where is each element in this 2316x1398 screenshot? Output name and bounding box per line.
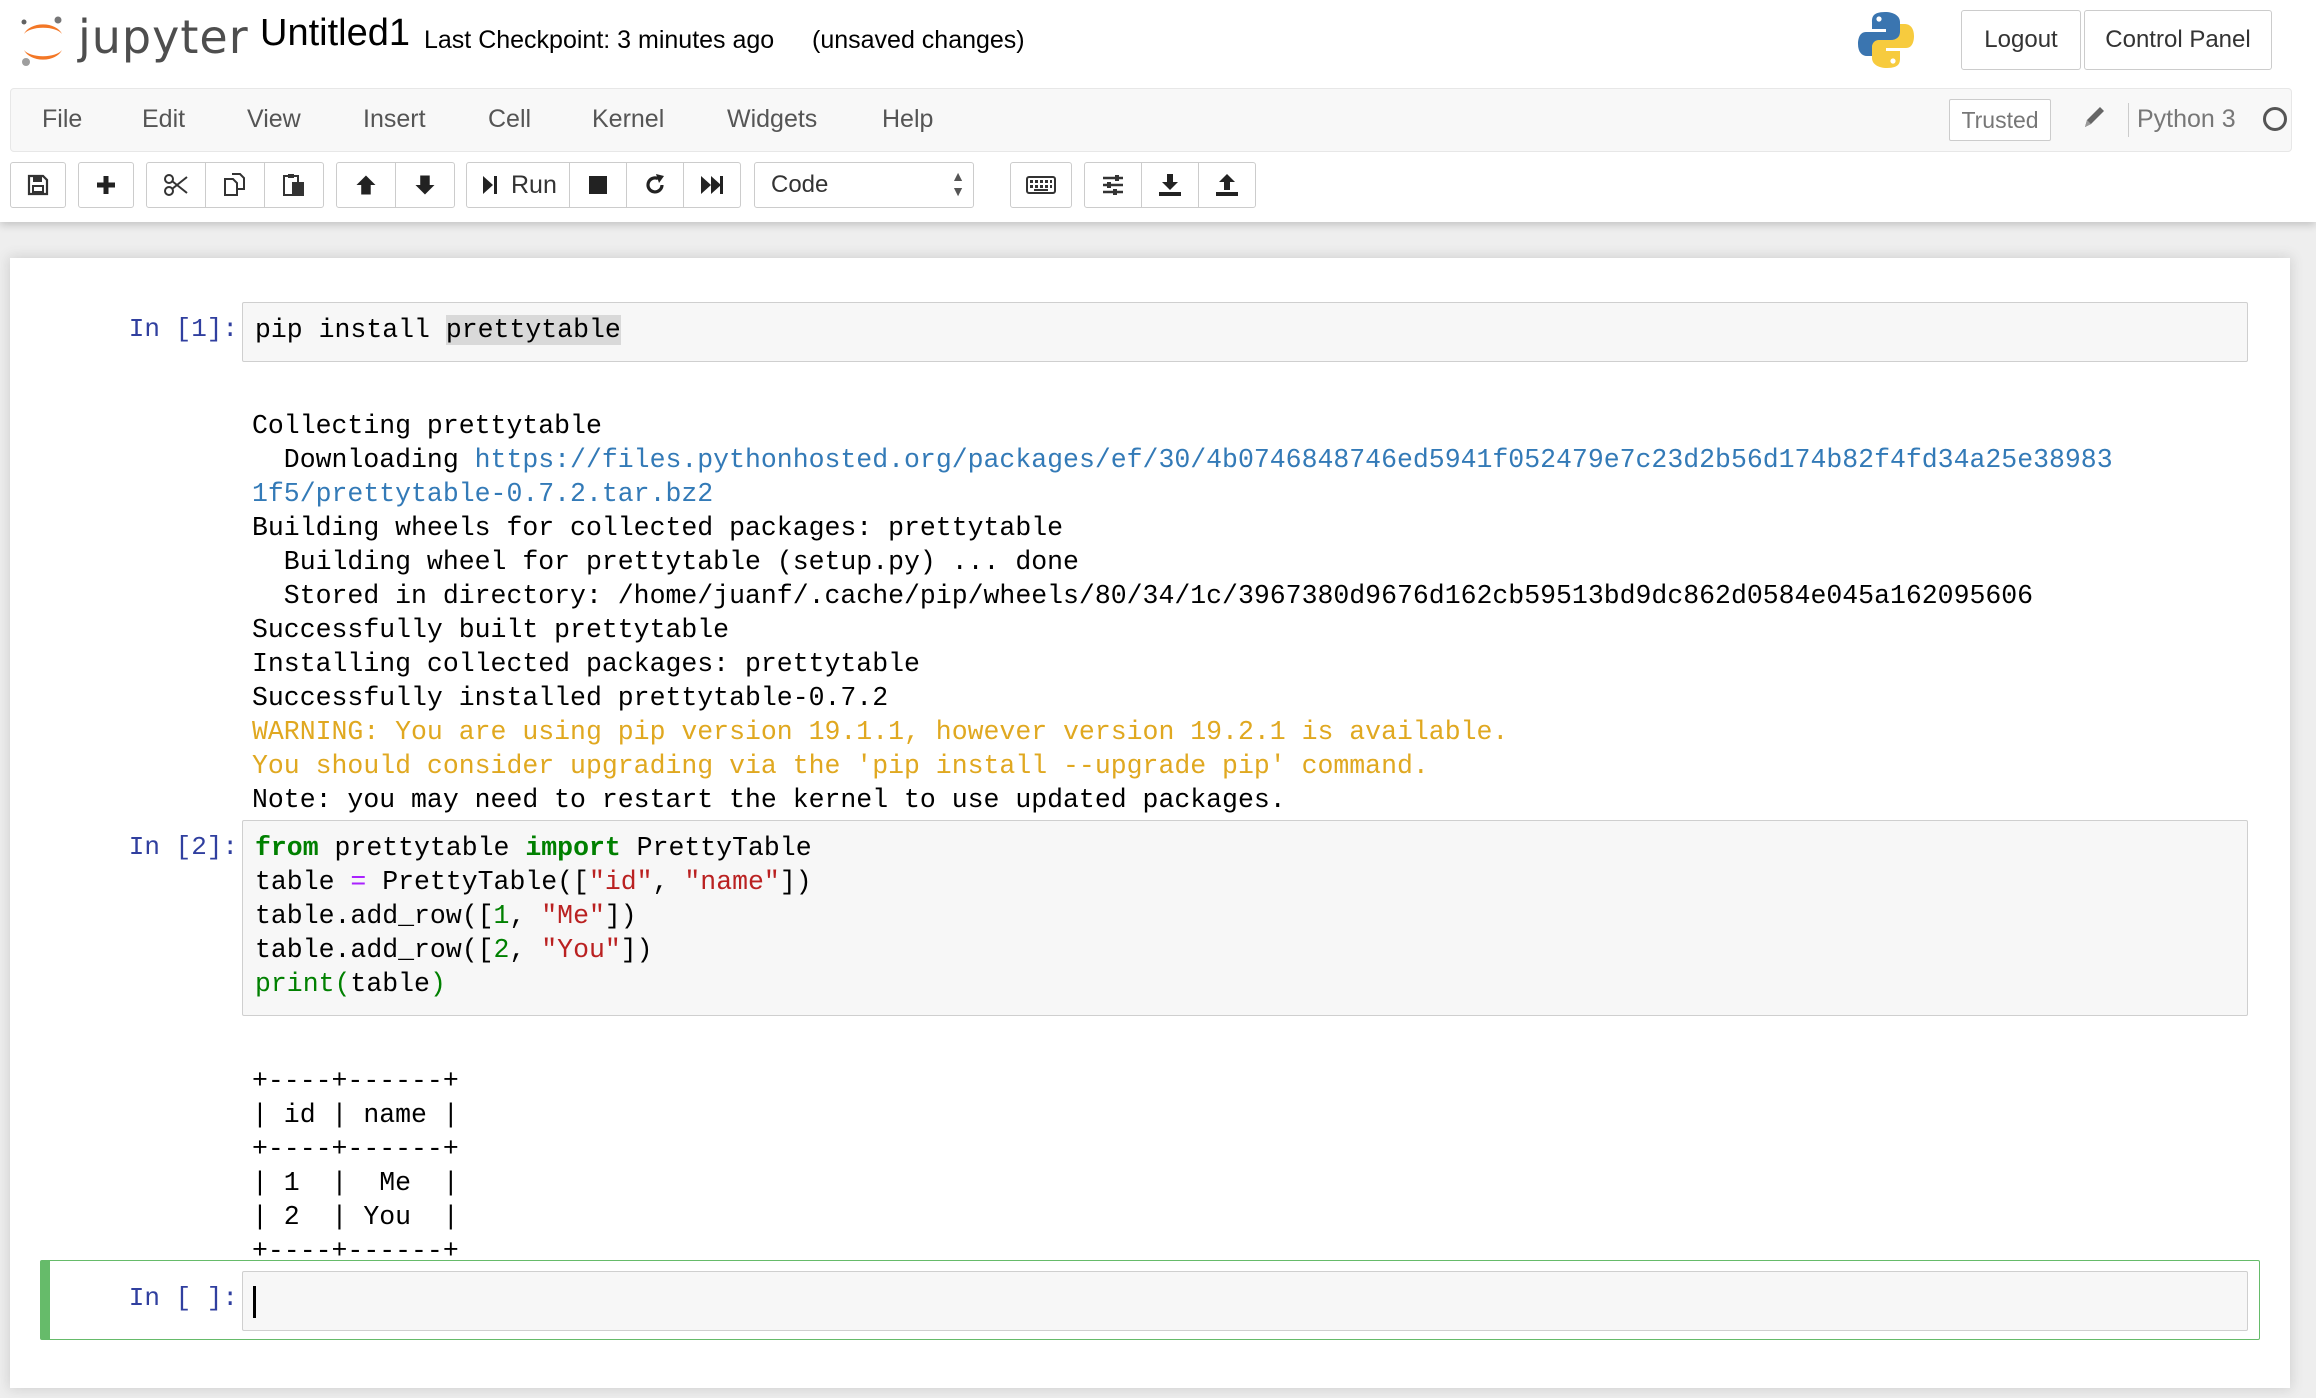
command-palette-button[interactable]	[1010, 162, 1072, 208]
warning-line: You should consider upgrading via the 'p…	[252, 751, 1429, 781]
menu-kernel[interactable]: Kernel	[592, 105, 664, 134]
run-label: Run	[511, 170, 557, 199]
toolbar-group-save	[10, 162, 66, 208]
code-input-area[interactable]: from prettytable import PrettyTable table…	[242, 820, 2248, 1016]
upload-icon	[1216, 174, 1238, 196]
move-down-button[interactable]	[395, 162, 455, 208]
input-prompt: In [ ]:	[128, 1283, 238, 1313]
menu-cell[interactable]: Cell	[488, 105, 531, 134]
output-line: Installing collected packages: prettytab…	[252, 649, 920, 679]
menu-file[interactable]: File	[42, 105, 82, 134]
copy-button[interactable]	[205, 162, 265, 208]
header: jupyter Untitled1 Last Checkpoint: 3 min…	[0, 0, 2316, 222]
output-line: Building wheel for prettytable (setup.py…	[252, 547, 1079, 577]
notebook-container: In [1]: pip install prettytable Collecti…	[10, 258, 2290, 1388]
download-link[interactable]: https://files.pythonhosted.org/packages/…	[475, 445, 2113, 475]
output-line: Downloading	[252, 445, 475, 475]
toolbar-group-move	[336, 162, 455, 208]
paste-icon	[283, 174, 304, 196]
output-line: Collecting prettytable	[252, 411, 602, 441]
checkpoint-status: Last Checkpoint: 3 minutes ago	[424, 26, 775, 54]
run-button[interactable]: Run	[466, 162, 570, 208]
toolbar-group-extra	[1084, 162, 1256, 208]
cell-output: Collecting prettytable Downloading https…	[252, 375, 2113, 885]
download-link-continued[interactable]: 1f5/prettytable-0.7.2.tar.bz2	[252, 477, 2113, 511]
python-logo-icon	[1858, 12, 1914, 68]
output-line: Stored in directory: /home/juanf/.cache/…	[252, 581, 2034, 611]
code-input-area[interactable]: pip install prettytable	[242, 302, 2248, 362]
arrow-up-icon	[356, 175, 376, 195]
output-line: Note: you may need to restart the kernel…	[252, 785, 1286, 815]
output-line: Successfully installed prettytable-0.7.2	[252, 683, 889, 713]
insert-cell-button[interactable]	[78, 162, 134, 208]
paste-button[interactable]	[264, 162, 324, 208]
keyboard-icon	[1026, 176, 1056, 194]
code-input-area[interactable]	[242, 1271, 2248, 1331]
logo-text: jupyter	[78, 10, 249, 64]
table-row: | 1 | Me |	[252, 1168, 459, 1198]
kernel-separator	[2128, 103, 2129, 137]
arrow-down-icon	[415, 175, 435, 195]
toolbar-group-keyboard	[1010, 162, 1072, 208]
fast-forward-icon	[701, 176, 723, 194]
trusted-badge[interactable]: Trusted	[1949, 99, 2051, 141]
output-line: Successfully built prettytable	[252, 615, 730, 645]
stop-icon	[589, 176, 607, 194]
settings-sliders-button[interactable]	[1084, 162, 1142, 208]
kernel-name[interactable]: Python 3	[2137, 105, 2236, 134]
restart-run-all-button[interactable]	[683, 162, 741, 208]
move-up-button[interactable]	[336, 162, 396, 208]
input-prompt: In [2]:	[128, 832, 238, 862]
table-row: | 2 | You |	[252, 1202, 459, 1232]
menu-widgets[interactable]: Widgets	[727, 105, 817, 134]
code-text: from prettytable import PrettyTable table…	[255, 833, 812, 999]
cut-icon	[164, 174, 188, 196]
copy-icon	[224, 173, 245, 196]
table-border: +----+------+	[252, 1066, 459, 1096]
notebook-name[interactable]: Untitled1	[260, 12, 410, 55]
jupyter-logo[interactable]: jupyter	[18, 8, 248, 72]
interrupt-button[interactable]	[569, 162, 627, 208]
menu-help[interactable]: Help	[882, 105, 933, 134]
text-cursor	[253, 1286, 256, 1318]
jupyter-logo-icon	[21, 16, 62, 66]
menu-edit[interactable]: Edit	[142, 105, 185, 134]
sliders-icon	[1103, 175, 1123, 195]
download-button[interactable]	[1141, 162, 1199, 208]
toolbar: Run Code ▲ ▼	[10, 162, 2300, 210]
run-icon	[483, 176, 497, 194]
input-prompt: In [1]:	[128, 314, 238, 344]
code-text-selected: prettytable	[445, 315, 621, 345]
cell-type-select[interactable]: Code ▲ ▼	[754, 162, 974, 208]
toolbar-group-edit	[146, 162, 324, 208]
table-border: +----+------+	[252, 1134, 459, 1164]
output-line: Building wheels for collected packages: …	[252, 513, 1064, 543]
toolbar-group-insert	[78, 162, 134, 208]
cell-type-value: Code	[771, 171, 829, 198]
kernel-idle-indicator-icon	[2263, 107, 2287, 131]
autosave-status: (unsaved changes)	[812, 26, 1025, 54]
control-panel-button[interactable]: Control Panel	[2084, 10, 2272, 70]
toolbar-group-run: Run	[466, 162, 741, 208]
save-icon	[27, 174, 49, 196]
code-text: pip install	[255, 315, 446, 345]
table-header-row: | id | name |	[252, 1100, 459, 1130]
menu-view[interactable]: View	[247, 105, 301, 134]
upload-button[interactable]	[1198, 162, 1256, 208]
cut-button[interactable]	[146, 162, 206, 208]
plus-icon	[97, 176, 115, 194]
restart-icon	[646, 174, 664, 194]
menubar: File Edit View Insert Cell Kernel Widget…	[10, 88, 2292, 152]
download-icon	[1159, 174, 1181, 196]
active-code-cell[interactable]: In [ ]:	[40, 1260, 2260, 1340]
warning-line: WARNING: You are using pip version 19.1.…	[252, 717, 1509, 747]
save-button[interactable]	[10, 162, 66, 208]
logout-button[interactable]: Logout	[1961, 10, 2081, 70]
menu-insert[interactable]: Insert	[363, 105, 426, 134]
restart-button[interactable]	[626, 162, 684, 208]
pencil-icon[interactable]	[2081, 103, 2107, 131]
select-arrows-icon: ▲ ▼	[951, 168, 965, 199]
